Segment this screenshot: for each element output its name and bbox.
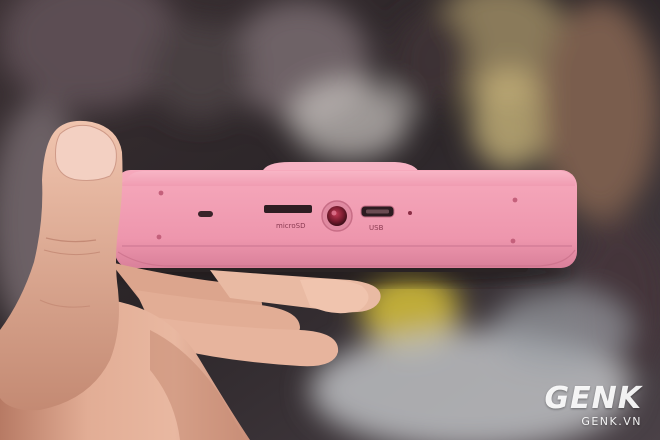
- screw-dot-top-right: [512, 197, 518, 203]
- usb-label: USB: [369, 224, 384, 232]
- watermark: GENK GENK.VN: [544, 381, 642, 429]
- photo-svg: microSD USB: [0, 0, 660, 440]
- microsd-label: microSD: [276, 222, 305, 230]
- photo-scene: microSD USB GENK GENK.VN: [0, 0, 660, 440]
- power-button-center: [327, 206, 347, 226]
- reset-slot: [198, 211, 213, 217]
- microsd-slot: [264, 205, 312, 213]
- screw-dot-bottom-left: [156, 234, 162, 240]
- device-top-highlight: [118, 171, 575, 186]
- status-led: [408, 211, 412, 215]
- screw-dot-top-left: [158, 190, 164, 196]
- screw-dot-bottom-right: [510, 238, 516, 244]
- watermark-site: GENK.VN: [581, 415, 642, 428]
- watermark-logo: GENK: [544, 381, 642, 416]
